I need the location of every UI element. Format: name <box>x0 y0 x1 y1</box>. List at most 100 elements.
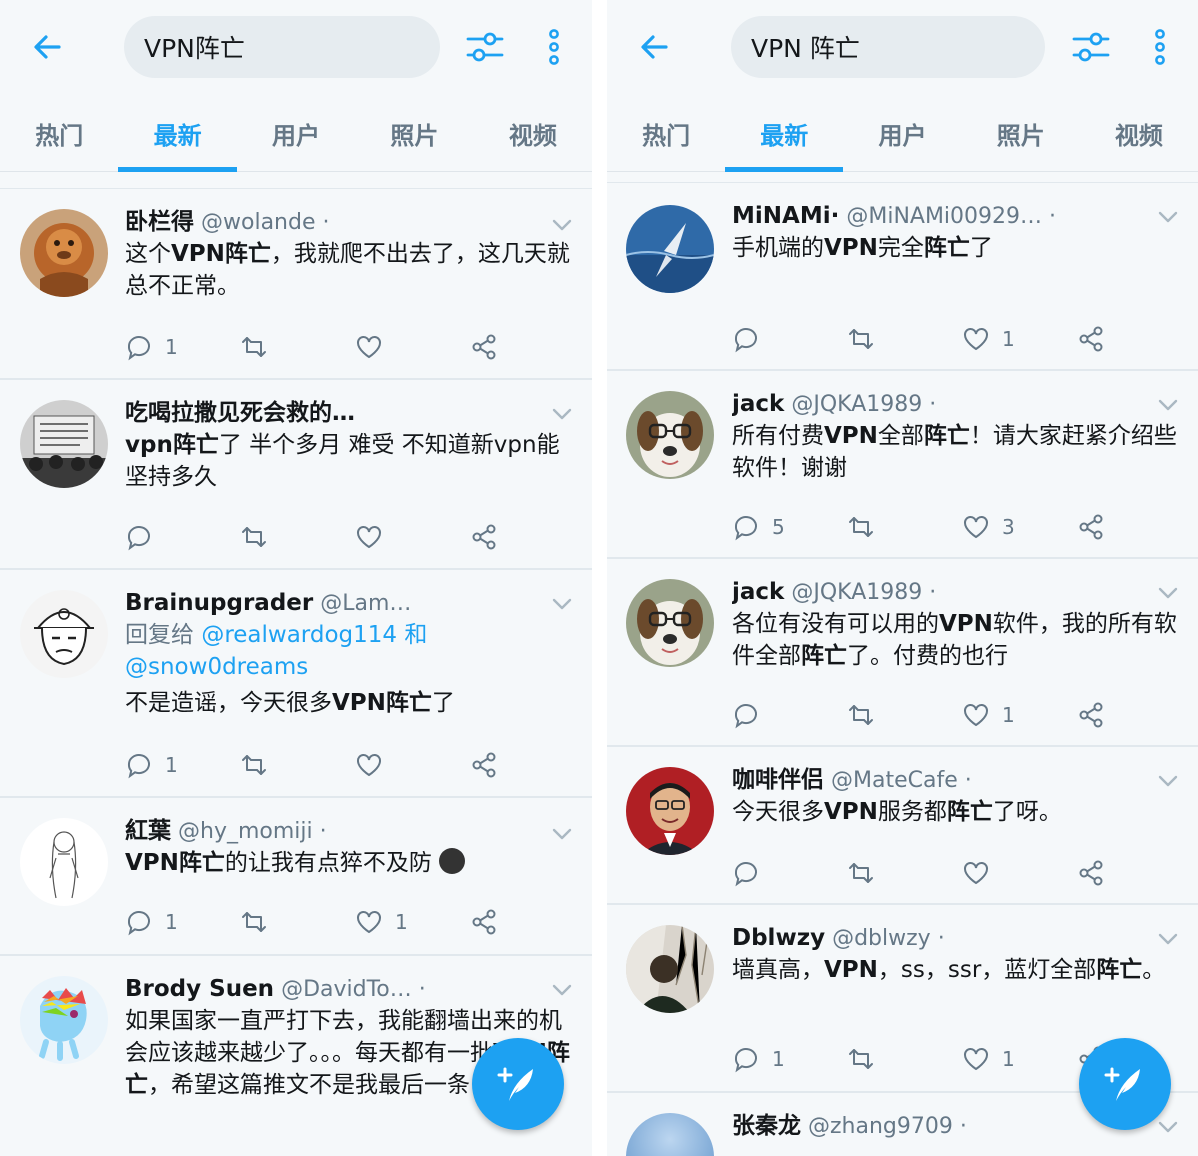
user-handle[interactable]: @MateCafe <box>831 768 958 793</box>
user-handle[interactable]: @hy_momiji <box>178 819 313 844</box>
retweet-button[interactable] <box>240 904 355 940</box>
reply-button[interactable] <box>732 697 847 733</box>
chevron-down-icon[interactable] <box>1156 205 1180 229</box>
user-handle[interactable]: @Lam… <box>320 591 411 616</box>
chevron-down-icon[interactable] <box>550 978 574 1002</box>
chevron-down-icon[interactable] <box>1156 581 1180 605</box>
display-name[interactable]: Brainupgrader <box>125 590 313 616</box>
avatar[interactable] <box>20 590 108 678</box>
like-button[interactable] <box>355 329 470 365</box>
reply-button[interactable]: 1 <box>125 329 240 365</box>
user-handle[interactable]: @MiNAMi00929… <box>846 204 1042 229</box>
share-button[interactable] <box>470 519 585 555</box>
like-button[interactable]: 1 <box>962 697 1077 733</box>
like-button[interactable]: 1 <box>962 321 1077 357</box>
like-button[interactable] <box>355 519 470 555</box>
avatar[interactable] <box>20 400 108 488</box>
user-handle[interactable]: @JQKA1989 <box>791 580 922 605</box>
share-button[interactable] <box>470 904 585 940</box>
display-name[interactable]: jack <box>732 579 784 605</box>
chevron-down-icon[interactable] <box>1156 769 1180 793</box>
back-button[interactable] <box>631 24 677 70</box>
tweet[interactable]: 卧栏得 @wolande · 这个VPN阵亡，我就爬不出去了，这几天就总不正常。… <box>0 189 592 380</box>
avatar[interactable] <box>20 209 108 297</box>
reply-button[interactable] <box>732 855 847 891</box>
display-name[interactable]: 卧栏得 <box>125 209 194 235</box>
display-name[interactable]: 咖啡伴侣 <box>732 767 824 793</box>
avatar[interactable] <box>626 767 714 855</box>
search-input[interactable]: VPN 阵亡 <box>731 16 1045 78</box>
chevron-down-icon[interactable] <box>550 402 574 426</box>
like-button[interactable] <box>962 855 1077 891</box>
user-handle[interactable]: @zhang9709 <box>808 1114 953 1139</box>
user-handle[interactable]: @wolande <box>201 210 316 235</box>
reply-button[interactable] <box>125 519 240 555</box>
reply-button[interactable]: 5 <box>732 509 847 545</box>
display-name[interactable]: 张秦龙 <box>732 1113 801 1139</box>
retweet-button[interactable] <box>847 855 962 891</box>
tab-people[interactable]: 用户 <box>237 96 355 171</box>
share-button[interactable] <box>470 329 585 365</box>
chevron-down-icon[interactable] <box>550 592 574 616</box>
chevron-down-icon[interactable] <box>1156 927 1180 951</box>
tab-latest[interactable]: 最新 <box>725 96 844 172</box>
tweet[interactable]: MiNAMi· @MiNAMi00929… · 手机端的VPN完全阵亡了 1 <box>607 183 1198 371</box>
user-handle[interactable]: @DavidTo… <box>281 977 412 1002</box>
display-name[interactable]: 紅葉 <box>125 818 171 844</box>
tab-latest[interactable]: 最新 <box>118 96 238 172</box>
tab-videos[interactable]: 视频 <box>474 96 592 171</box>
chevron-down-icon[interactable] <box>1156 1115 1180 1139</box>
retweet-button[interactable] <box>847 509 962 545</box>
mention-link[interactable]: @realwardog114 和 <box>201 622 427 648</box>
more-options-button[interactable] <box>1142 24 1178 70</box>
like-button[interactable]: 3 <box>962 509 1077 545</box>
tab-top[interactable]: 热门 <box>0 96 118 171</box>
avatar[interactable] <box>626 391 714 479</box>
tab-photos[interactable]: 照片 <box>962 96 1080 171</box>
like-button[interactable]: 1 <box>355 904 470 940</box>
user-handle[interactable]: @JQKA1989 <box>791 392 922 417</box>
share-button[interactable] <box>1077 697 1192 733</box>
share-button[interactable] <box>1077 855 1192 891</box>
reply-button[interactable]: 1 <box>732 1041 847 1077</box>
tweet[interactable]: 咖啡伴侣 @MateCafe · 今天很多VPN服务都阵亡了呀。 <box>607 747 1198 905</box>
retweet-button[interactable] <box>240 329 355 365</box>
avatar[interactable] <box>626 1113 714 1156</box>
avatar[interactable] <box>20 818 108 906</box>
chevron-down-icon[interactable] <box>550 213 574 237</box>
chevron-down-icon[interactable] <box>550 822 574 846</box>
retweet-button[interactable] <box>847 321 962 357</box>
like-button[interactable] <box>355 747 470 783</box>
tweet[interactable]: 紅葉 @hy_momiji · VPN阵亡的让我有点猝不及防 1 1 <box>0 798 592 956</box>
compose-tweet-button[interactable] <box>472 1038 564 1130</box>
tab-top[interactable]: 热门 <box>607 96 725 171</box>
chevron-down-icon[interactable] <box>1156 393 1180 417</box>
reply-button[interactable]: 1 <box>125 904 240 940</box>
tweet[interactable]: 吃喝拉撒见死会救的… vpn阵亡了 半个多月 难受 不知道新vpn能坚持多久 <box>0 380 592 570</box>
display-name[interactable]: Dblwzy <box>732 925 825 951</box>
retweet-button[interactable] <box>240 519 355 555</box>
avatar[interactable] <box>20 976 108 1064</box>
display-name[interactable]: Brody Suen <box>125 976 274 1002</box>
display-name[interactable]: jack <box>732 391 784 417</box>
filter-button[interactable] <box>462 24 508 70</box>
avatar[interactable] <box>626 925 714 1013</box>
user-handle[interactable]: @dblwzy <box>832 926 931 951</box>
mention-link[interactable]: @snow0dreams <box>125 654 308 680</box>
retweet-button[interactable] <box>240 747 355 783</box>
tab-photos[interactable]: 照片 <box>355 96 473 171</box>
retweet-button[interactable] <box>847 1041 962 1077</box>
share-button[interactable] <box>1077 321 1192 357</box>
display-name[interactable]: MiNAMi· <box>732 203 839 229</box>
avatar[interactable] <box>626 579 714 667</box>
reply-button[interactable] <box>732 321 847 357</box>
tweet[interactable]: jack @JQKA1989 · 所有付费VPN全部阵亡！请大家赶紧介绍些软件！… <box>607 371 1198 559</box>
more-options-button[interactable] <box>536 24 572 70</box>
display-name[interactable]: 吃喝拉撒见死会救的… <box>125 400 355 426</box>
avatar[interactable] <box>626 205 714 293</box>
search-input[interactable]: VPN阵亡 <box>124 16 440 78</box>
share-button[interactable] <box>1077 509 1192 545</box>
tab-videos[interactable]: 视频 <box>1080 96 1198 171</box>
tweet[interactable]: jack @JQKA1989 · 各位有没有可以用的VPN软件，我的所有软件全部… <box>607 559 1198 747</box>
filter-button[interactable] <box>1068 24 1114 70</box>
